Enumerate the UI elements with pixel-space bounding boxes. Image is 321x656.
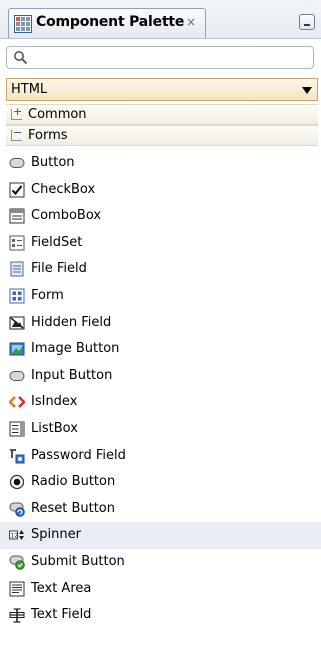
list-item-listbox[interactable]: ListBox xyxy=(0,416,321,443)
category-forms[interactable]: − Forms xyxy=(6,125,318,146)
listbox-icon xyxy=(9,421,25,437)
tab-title: Component Palette xyxy=(36,14,185,30)
text-field-icon xyxy=(9,608,25,623)
close-icon[interactable]: × xyxy=(186,15,196,29)
item-label: Password Field xyxy=(31,447,126,463)
minimize-button[interactable] xyxy=(299,14,315,30)
list-item-image-button[interactable]: Image Button xyxy=(0,336,321,363)
item-label: ComboBox xyxy=(31,208,102,224)
item-label: Spinner xyxy=(31,527,81,543)
list-item-checkbox[interactable]: CheckBox xyxy=(0,177,321,204)
list-item-password-field[interactable]: Password Field xyxy=(0,443,321,470)
item-label: Form xyxy=(31,287,64,303)
reset-button-icon xyxy=(9,502,25,517)
category-common[interactable]: + Common xyxy=(6,104,318,125)
list-item-form[interactable]: Form xyxy=(0,283,321,310)
search-field[interactable] xyxy=(6,46,314,69)
list-item-hidden-field[interactable]: Hidden Field xyxy=(0,310,321,337)
combobox-icon xyxy=(9,208,25,224)
item-label: Image Button xyxy=(31,341,120,357)
category-label: Common xyxy=(28,107,87,122)
list-item-input-button[interactable]: Input Button xyxy=(0,363,321,390)
list-item-button[interactable]: Button xyxy=(0,150,321,177)
list-item-text-area[interactable]: Text Area xyxy=(0,576,321,603)
library-select[interactable]: HTML xyxy=(6,78,318,101)
list-item-isindex[interactable]: IsIndex xyxy=(0,389,321,416)
component-palette-panel: Component Palette × HTML + Common − Form… xyxy=(0,0,321,656)
item-label: CheckBox xyxy=(31,181,96,197)
chevron-down-icon xyxy=(302,87,312,94)
list-item-fieldset[interactable]: FieldSet xyxy=(0,230,321,257)
password-field-icon xyxy=(10,448,25,464)
spinner-icon: 12 xyxy=(9,530,24,541)
tab-bar: Component Palette × xyxy=(0,0,321,39)
isindex-icon xyxy=(9,396,25,409)
library-select-value: HTML xyxy=(11,82,48,97)
collapse-icon[interactable]: − xyxy=(11,126,22,141)
palette-grid-icon xyxy=(14,15,32,33)
item-label: IsIndex xyxy=(31,394,78,410)
expand-icon[interactable]: + xyxy=(11,105,22,120)
item-label: Reset Button xyxy=(31,500,115,516)
item-label: Submit Button xyxy=(31,553,125,569)
search-input[interactable] xyxy=(33,49,303,66)
radio-button-icon xyxy=(9,474,25,490)
item-label: Hidden Field xyxy=(31,314,112,330)
list-item-submit-button[interactable]: Submit Button xyxy=(0,549,321,576)
form-icon xyxy=(9,288,25,304)
list-item-file-field[interactable]: File Field xyxy=(0,256,321,283)
list-item-spinner[interactable]: 12 Spinner xyxy=(0,522,321,549)
checkbox-icon xyxy=(9,182,25,198)
item-label: FieldSet xyxy=(31,234,83,250)
fieldset-icon xyxy=(9,235,25,251)
item-label: Radio Button xyxy=(31,474,116,490)
item-label: Input Button xyxy=(31,367,113,383)
item-label: ListBox xyxy=(31,420,78,436)
component-list: Button CheckBox ComboBox FieldSet File F… xyxy=(0,150,321,629)
list-item-text-field[interactable]: Text Field xyxy=(0,602,321,629)
item-label: Button xyxy=(31,155,75,170)
item-label: Text Area xyxy=(31,580,92,596)
list-item-radio-button[interactable]: Radio Button xyxy=(0,469,321,496)
list-item-reset-button[interactable]: Reset Button xyxy=(0,496,321,523)
file-field-icon xyxy=(10,261,24,277)
input-button-icon xyxy=(9,370,25,381)
tab-component-palette[interactable]: Component Palette × xyxy=(8,8,206,38)
submit-button-icon xyxy=(9,555,25,570)
button-icon xyxy=(9,158,25,168)
category-label: Forms xyxy=(28,128,68,143)
svg-text:12: 12 xyxy=(11,533,19,540)
text-area-icon xyxy=(9,581,25,596)
image-button-icon xyxy=(9,342,25,356)
item-label: Text Field xyxy=(31,607,92,623)
list-item-combobox[interactable]: ComboBox xyxy=(0,203,321,230)
search-icon xyxy=(14,51,28,65)
item-label: File Field xyxy=(31,261,87,277)
hidden-field-icon xyxy=(9,316,25,330)
